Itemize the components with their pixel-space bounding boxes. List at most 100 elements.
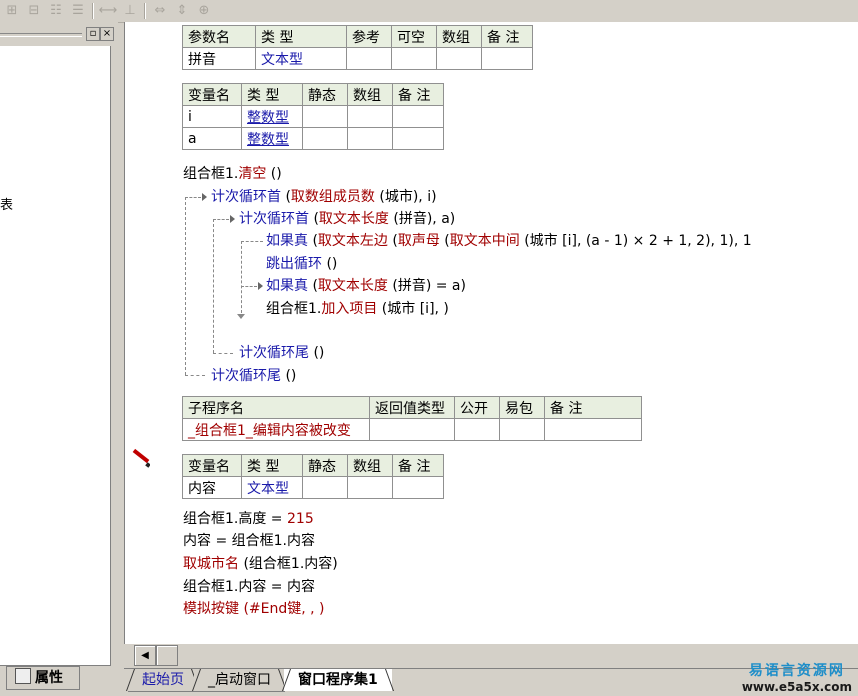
table-cell[interactable] xyxy=(392,127,444,150)
code-line[interactable]: 取城市名 (组合框1.内容) xyxy=(183,554,338,574)
code-text: (#End键, , ) xyxy=(239,601,325,617)
code-text: ( xyxy=(309,211,319,227)
table-cell[interactable] xyxy=(369,418,455,441)
table-cell[interactable] xyxy=(392,105,444,128)
loop-arrow-icon xyxy=(202,193,207,201)
insert-col-icon[interactable]: ⊟ xyxy=(24,1,44,20)
code-args: () xyxy=(266,166,282,182)
code-line[interactable]: 如果真 (取文本长度 (拼音) = a) xyxy=(266,276,466,296)
table-cell[interactable] xyxy=(302,105,348,128)
code-line[interactable]: 计次循环尾 () xyxy=(211,366,296,386)
code-line[interactable]: 如果真 (取文本左边 (取声母 (取文本中间 (城市 [i], (a - 1) … xyxy=(266,231,752,251)
code-line[interactable]: 组合框1.内容 = 内容 xyxy=(183,577,315,597)
fit-width-icon[interactable]: ⇔ xyxy=(150,1,170,20)
delete-row-icon[interactable]: ☷ xyxy=(46,1,66,20)
fit-both-icon[interactable]: ⊕ xyxy=(194,1,214,20)
code-text: (拼音) = a) xyxy=(387,278,466,294)
table-header: 静态 xyxy=(302,83,348,106)
table-cell[interactable] xyxy=(347,127,393,150)
code-line[interactable]: 组合框1.清空 () xyxy=(183,164,282,184)
table-cell[interactable] xyxy=(391,47,437,70)
table-header: 子程序名 xyxy=(182,396,370,419)
code-keyword: 跳出循环 xyxy=(266,256,322,272)
fit-height-icon[interactable]: ⇕ xyxy=(172,1,192,20)
close-icon[interactable]: × xyxy=(100,27,114,41)
table-header: 变量名 xyxy=(182,83,242,106)
delete-col-icon[interactable]: ☰ xyxy=(68,1,88,20)
table-cell[interactable]: 整数型 xyxy=(241,127,303,150)
property-tab[interactable]: 属性 xyxy=(6,666,80,690)
table-cell[interactable] xyxy=(454,418,500,441)
code-line[interactable]: 模拟按键 (#End键, , ) xyxy=(183,599,325,619)
table-cell[interactable] xyxy=(347,476,393,499)
table-cell[interactable]: 内容 xyxy=(182,476,242,499)
code-line[interactable]: 组合框1.高度 = 215 xyxy=(183,509,314,529)
distribute-v-icon[interactable]: ⊥ xyxy=(120,1,140,20)
table-row[interactable]: i 整数型 xyxy=(182,105,444,128)
table-cell[interactable]: 文本型 xyxy=(255,47,347,70)
table-cell[interactable]: 整数型 xyxy=(241,105,303,128)
table-row[interactable]: 内容 文本型 xyxy=(182,476,444,499)
watermark-logo: 易语言资源网 www.e5a5x.com xyxy=(742,660,852,694)
scroll-thumb[interactable] xyxy=(156,645,178,666)
table-cell[interactable] xyxy=(347,105,393,128)
table-cell[interactable]: 文本型 xyxy=(241,476,303,499)
tab-start-page[interactable]: 起始页 xyxy=(128,669,198,692)
tab-window-assembly[interactable]: 窗口程序集1 xyxy=(284,669,392,691)
code-keyword: 计次循环首 xyxy=(239,211,309,227)
code-line[interactable]: 内容 = 组合框1.内容 xyxy=(183,531,315,551)
code-line[interactable]: 跳出循环 () xyxy=(266,254,337,274)
code-line[interactable]: 计次循环尾 () xyxy=(239,343,324,363)
table-header: 备 注 xyxy=(392,83,444,106)
table-cell[interactable]: i xyxy=(182,105,242,128)
code-text: (拼音), a) xyxy=(388,211,456,227)
code-args: (城市 [i], ) xyxy=(377,301,449,317)
code-function: 取声母 xyxy=(397,233,440,249)
code-line[interactable]: 计次循环首 (取文本长度 (拼音), a) xyxy=(239,209,455,229)
loop-connector xyxy=(213,219,229,220)
code-keyword: 计次循环尾 xyxy=(239,345,309,361)
toolbar: ⊞ ⊟ ☷ ☰ ⟷ ⊥ ⇔ ⇕ ⊕ xyxy=(0,0,858,23)
distribute-h-icon[interactable]: ⟷ xyxy=(98,1,118,20)
if-connector xyxy=(241,286,257,287)
table-cell[interactable] xyxy=(544,418,642,441)
subroutine-table: 子程序名 返回值类型 公开 易包 备 注 _组合框1_编辑内容被改变 xyxy=(182,396,642,441)
table-row[interactable]: _组合框1_编辑内容被改变 xyxy=(182,418,642,441)
code-text: ( xyxy=(387,233,398,249)
code-text: () xyxy=(281,368,297,384)
code-text: 内容 = 组合框1.内容 xyxy=(183,533,315,549)
table-row[interactable]: 拼音 文本型 xyxy=(182,47,533,70)
table-cell[interactable] xyxy=(392,476,444,499)
insert-row-icon[interactable]: ⊞ xyxy=(2,1,22,20)
code-function: 取文本左边 xyxy=(317,233,388,249)
table-cell[interactable] xyxy=(302,476,348,499)
table-cell[interactable] xyxy=(436,47,482,70)
table-header: 数组 xyxy=(347,83,393,106)
table-cell[interactable] xyxy=(302,127,348,150)
code-line[interactable]: 计次循环首 (取数组成员数 (城市), i) xyxy=(211,187,437,207)
table-cell[interactable]: a xyxy=(182,127,242,150)
table-cell[interactable] xyxy=(346,47,392,70)
scroll-left-icon[interactable]: ◀ xyxy=(134,645,156,666)
code-editor[interactable]: 参数名 类 型 参考 可空 数组 备 注 拼音 文本型 变量名 类 型 静态 数… xyxy=(150,22,858,644)
table-cell[interactable]: _组合框1_编辑内容被改变 xyxy=(182,418,370,441)
table-cell[interactable] xyxy=(499,418,545,441)
table-cell[interactable]: 拼音 xyxy=(182,47,256,70)
if-arrow-icon xyxy=(258,282,263,290)
code-text: ( xyxy=(308,278,318,294)
code-method: 加入项目 xyxy=(321,301,378,317)
code-keyword: 计次循环尾 xyxy=(211,368,281,384)
tab-startup-window[interactable]: _启动窗口 xyxy=(194,669,285,692)
maximize-icon[interactable]: ▫ xyxy=(86,27,100,41)
code-text: ( xyxy=(281,189,291,205)
code-line[interactable]: 组合框1.加入项目 (城市 [i], ) xyxy=(266,299,449,319)
code-object: 组合框1. xyxy=(183,166,239,182)
table-row[interactable]: a 整数型 xyxy=(182,127,444,150)
property-tab-label: 属性 xyxy=(35,670,63,686)
table-cell[interactable] xyxy=(481,47,533,70)
line-gutter xyxy=(124,22,151,644)
watermark-url: www.e5a5x.com xyxy=(741,680,852,694)
watermark-title: 易语言资源网 xyxy=(748,663,845,679)
if-line xyxy=(241,241,242,313)
code-keyword: 如果真 xyxy=(266,233,308,249)
